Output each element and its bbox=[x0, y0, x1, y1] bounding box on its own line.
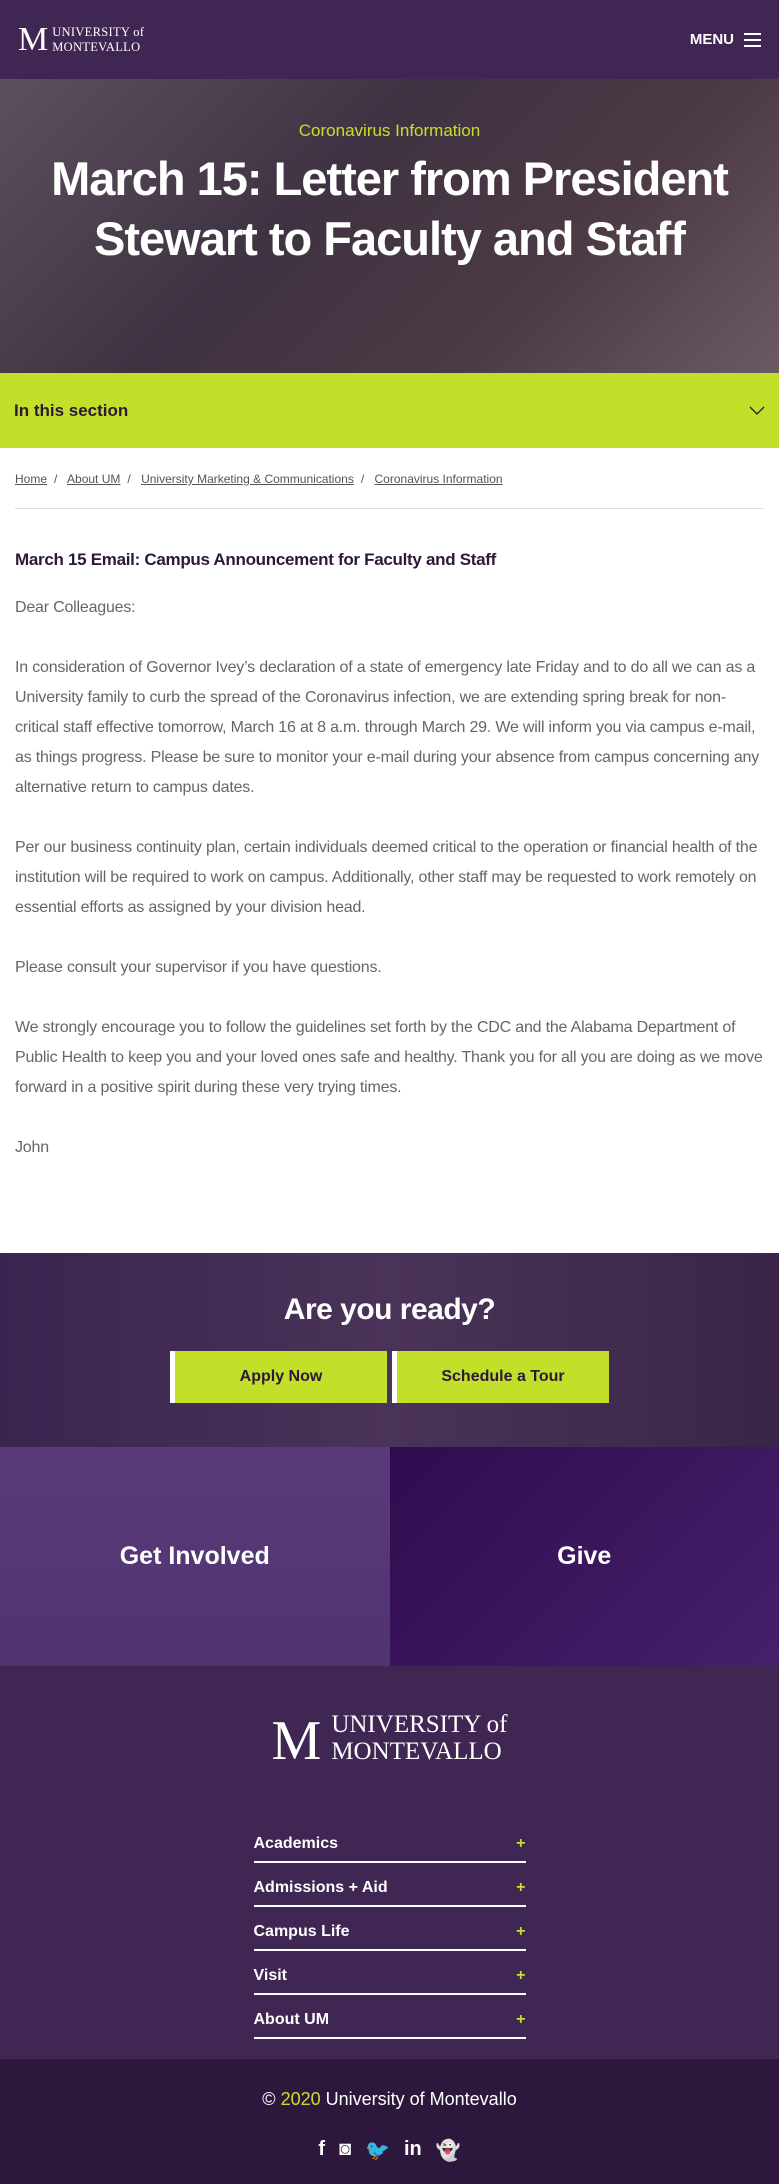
twitter-icon[interactable]: 🐦 bbox=[365, 2138, 390, 2163]
nav-label: Campus Life bbox=[254, 1923, 350, 1941]
paragraph: Dear Colleagues: bbox=[15, 593, 764, 623]
breadcrumb-marketing[interactable]: University Marketing & Communications bbox=[141, 472, 354, 486]
hero-subtitle: Coronavirus Information bbox=[0, 121, 779, 141]
plus-icon: + bbox=[516, 1923, 525, 1941]
page-title: March 15: Letter from President Stewart … bbox=[0, 149, 779, 269]
paragraph: Per our business continuity plan, certai… bbox=[15, 833, 764, 923]
article: March 15 Email: Campus Announcement for … bbox=[0, 509, 779, 1253]
footer-nav-campus-life[interactable]: Campus Life + bbox=[254, 1907, 526, 1951]
logo-line-2: MONTEVALLO bbox=[52, 40, 144, 55]
nav-label: Visit bbox=[254, 1967, 288, 1985]
nav-label: Admissions + Aid bbox=[254, 1879, 388, 1897]
copyright-org: University of Montevallo bbox=[326, 2089, 517, 2109]
give-tile[interactable]: Give bbox=[390, 1447, 779, 1666]
plus-icon: + bbox=[516, 2011, 525, 2029]
logo-monogram: M bbox=[18, 23, 48, 57]
linkedin-icon[interactable]: in bbox=[404, 2138, 422, 2163]
cta-title: Are you ready? bbox=[0, 1293, 779, 1327]
copyright-year: 2020 bbox=[281, 2089, 321, 2109]
chevron-down-icon bbox=[749, 406, 765, 416]
nav-label: Academics bbox=[254, 1835, 339, 1853]
in-this-section-toggle[interactable]: In this section bbox=[0, 373, 779, 448]
cta-section: Are you ready? Apply Now Schedule a Tour bbox=[0, 1253, 779, 1447]
footer-nav-about[interactable]: About UM + bbox=[254, 1995, 526, 2039]
plus-icon: + bbox=[516, 1835, 525, 1853]
instagram-icon[interactable]: ◙ bbox=[339, 2138, 351, 2163]
breadcrumb-about[interactable]: About UM bbox=[67, 472, 120, 486]
paragraph: We strongly encourage you to follow the … bbox=[15, 1013, 764, 1103]
footer-logo[interactable]: M UNIVERSITY ofMONTEVALLO bbox=[0, 1711, 779, 1769]
get-involved-tile[interactable]: Get Involved bbox=[0, 1447, 390, 1666]
nav-label: About UM bbox=[254, 2011, 330, 2029]
facebook-icon[interactable]: f bbox=[318, 2138, 325, 2163]
signature: John bbox=[15, 1133, 764, 1163]
logo-line-1: UNIVERSITY of bbox=[52, 25, 144, 40]
site-logo[interactable]: M UNIVERSITY ofMONTEVALLO bbox=[18, 23, 144, 57]
footer-nav-admissions[interactable]: Admissions + Aid + bbox=[254, 1863, 526, 1907]
section-label: In this section bbox=[14, 401, 128, 421]
footer-nav: Academics + Admissions + Aid + Campus Life… bbox=[254, 1819, 526, 2039]
footer-logo-line-2: MONTEVALLO bbox=[331, 1738, 507, 1765]
article-heading: March 15 Email: Campus Announcement for … bbox=[15, 545, 764, 575]
schedule-tour-button[interactable]: Schedule a Tour bbox=[392, 1351, 609, 1403]
copyright: © 2020 University of Montevallo bbox=[0, 2089, 779, 2110]
copyright-symbol: © bbox=[262, 2089, 275, 2109]
hamburger-icon bbox=[744, 33, 761, 47]
plus-icon: + bbox=[516, 1967, 525, 1985]
site-header: M UNIVERSITY ofMONTEVALLO MENU bbox=[0, 0, 779, 79]
apply-now-button[interactable]: Apply Now bbox=[170, 1351, 387, 1403]
footer-nav-visit[interactable]: Visit + bbox=[254, 1951, 526, 1995]
breadcrumb-home[interactable]: Home bbox=[15, 472, 47, 486]
menu-button[interactable]: MENU bbox=[690, 31, 761, 48]
plus-icon: + bbox=[516, 1879, 525, 1897]
footer-logo-line-1: UNIVERSITY of bbox=[331, 1711, 507, 1738]
copyright-bar: © 2020 University of Montevallo f ◙ 🐦 in… bbox=[0, 2059, 779, 2184]
paragraph: Please consult your supervisor if you ha… bbox=[15, 953, 764, 983]
breadcrumb-coronavirus[interactable]: Coronavirus Information bbox=[375, 472, 503, 486]
hero: Coronavirus Information March 15: Letter… bbox=[0, 79, 779, 373]
breadcrumb: Home/ About UM/ University Marketing & C… bbox=[0, 448, 779, 508]
footer-logo-monogram: M bbox=[272, 1713, 322, 1769]
paragraph: In consideration of Governor Ivey’s decl… bbox=[15, 653, 764, 803]
footer-nav-academics[interactable]: Academics + bbox=[254, 1819, 526, 1863]
footer: M UNIVERSITY ofMONTEVALLO Academics + Adm… bbox=[0, 1666, 779, 2059]
menu-label: MENU bbox=[690, 31, 734, 48]
snapchat-icon[interactable]: 👻 bbox=[436, 2138, 461, 2163]
